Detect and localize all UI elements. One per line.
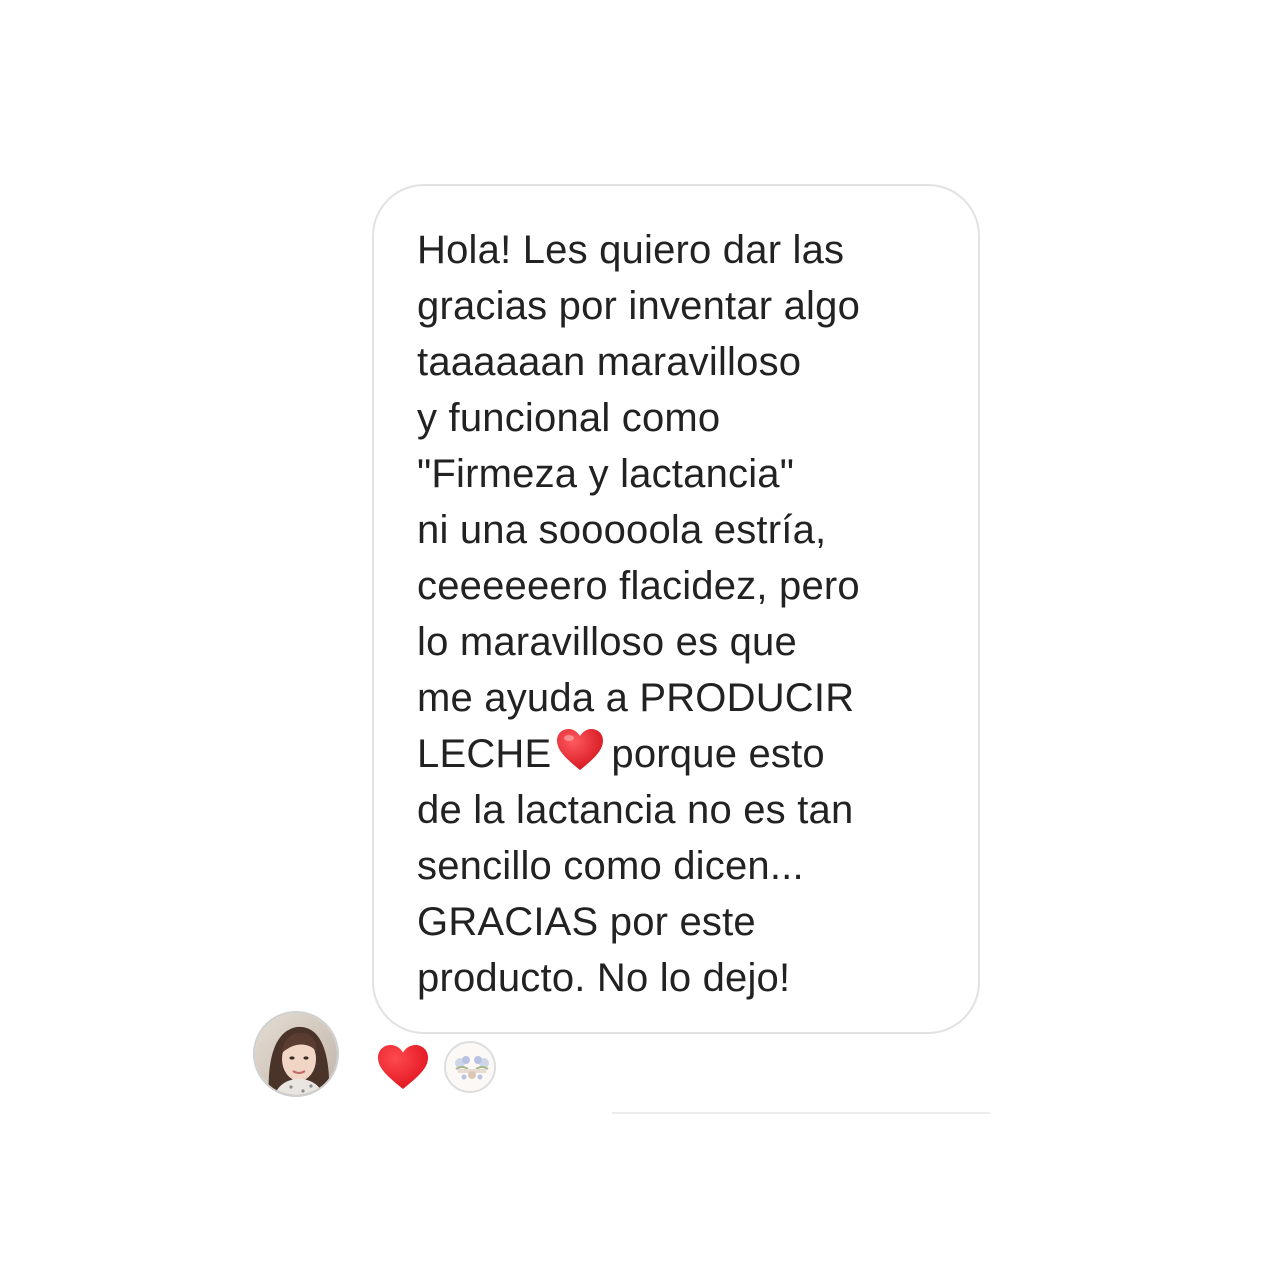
message-line: GRACIAS por este — [417, 900, 756, 944]
sender-avatar[interactable] — [253, 1011, 339, 1097]
message-line: ni una sooooola estría, — [417, 508, 827, 552]
message-line: Hola! Les quiero dar las — [417, 228, 845, 272]
message-line: sencillo como dicen... — [417, 844, 804, 888]
message-line: producto. No lo dejo! — [417, 956, 791, 1000]
message-line: de la lactancia no es tan — [417, 788, 854, 832]
message-fragment: LECHE — [417, 732, 552, 776]
message-line: y funcional como — [417, 396, 721, 440]
message-line: lo maravilloso es que — [417, 620, 797, 664]
message-line: ceeeeeero flacidez, pero — [417, 564, 860, 608]
message-line: "Firmeza y lactancia" — [417, 452, 795, 496]
message-line: gracias por inventar algo — [417, 284, 861, 328]
message-line: taaaaaan maravilloso — [417, 340, 802, 384]
message-fragment: porque esto — [611, 732, 825, 776]
message-line: me ayuda a PRODUCIR — [417, 676, 855, 720]
reactor-avatar[interactable] — [444, 1041, 496, 1093]
floral-logo-icon — [446, 1043, 494, 1091]
red-heart-reaction-icon[interactable] — [376, 1043, 430, 1091]
message-bubble[interactable]: Hola! Les quiero dar las gracias por inv… — [372, 184, 980, 1034]
red-heart-emoji-icon — [557, 729, 604, 770]
message-line-with-heart: LECHE porque esto — [417, 726, 860, 782]
divider — [612, 1112, 990, 1114]
message-text: Hola! Les quiero dar las gracias por inv… — [417, 222, 860, 1006]
avatar-portrait-icon — [255, 1013, 337, 1095]
